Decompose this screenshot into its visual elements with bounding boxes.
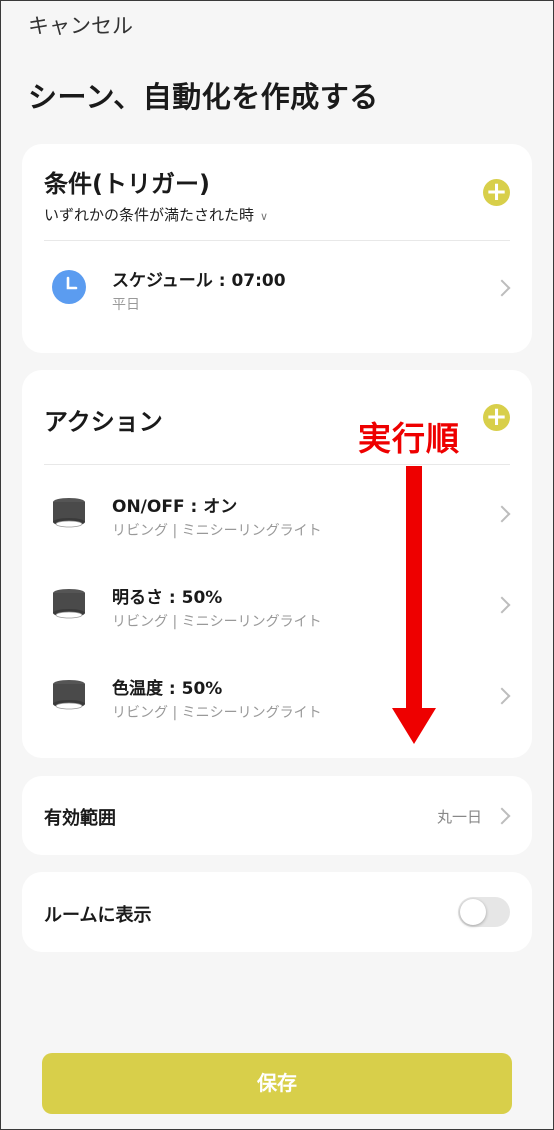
action-row-color-temp[interactable]: 色温度 : 50% リビング | ミニシーリングライト [22, 664, 532, 736]
chevron-right-icon [493, 807, 511, 825]
conditions-card: 条件(トリガー) いずれかの条件が満たされた時 ∨ + スケジュール : 07:0… [22, 144, 532, 353]
chevron-down-icon: ∨ [260, 210, 269, 223]
action-detail: リビング | ミニシーリングライト [112, 614, 322, 630]
chevron-right-icon [493, 505, 511, 523]
cancel-button[interactable]: キャンセル [28, 10, 133, 40]
down-arrow-icon [392, 466, 436, 744]
ceiling-light-icon [53, 589, 85, 619]
action-detail: リビング | ミニシーリングライト [112, 705, 322, 721]
match-mode-dropdown[interactable]: いずれかの条件が満たされた時 ∨ [44, 204, 268, 225]
action-name: 色温度 : 50% [112, 679, 223, 699]
add-action-plus-icon[interactable]: + [483, 404, 510, 431]
valid-range-value: 丸一日 [436, 808, 482, 826]
divider [44, 464, 510, 465]
show-in-room-row: ルームに表示 [22, 872, 532, 952]
action-row-brightness[interactable]: 明るさ : 50% リビング | ミニシーリングライト [22, 573, 532, 645]
page-title: シーン、自動化を作成する [28, 80, 379, 114]
action-name: ON/OFF : オン [112, 497, 238, 517]
chevron-right-icon [493, 596, 511, 614]
condition-name: スケジュール : 07:00 [112, 271, 286, 291]
show-in-room-toggle[interactable] [458, 897, 510, 927]
conditions-title: 条件(トリガー) [44, 170, 210, 198]
execution-order-annotation: 実行順 [358, 419, 460, 458]
valid-range-row[interactable]: 有効範囲 丸一日 [22, 776, 532, 855]
chevron-right-icon [493, 279, 511, 297]
action-detail: リビング | ミニシーリングライト [112, 523, 322, 539]
save-button[interactable]: 保存 [42, 1053, 512, 1114]
action-name: 明るさ : 50% [112, 588, 223, 608]
condition-row-schedule[interactable]: スケジュール : 07:00 平日 [22, 256, 532, 328]
match-mode-label: いずれかの条件が満たされた時 [44, 206, 255, 224]
action-row-onoff[interactable]: ON/OFF : オン リビング | ミニシーリングライト [22, 482, 532, 554]
show-in-room-label: ルームに表示 [44, 905, 152, 926]
clock-icon [52, 270, 86, 304]
ceiling-light-icon [53, 498, 85, 528]
toggle-knob [460, 899, 486, 925]
condition-detail: 平日 [112, 297, 140, 313]
actions-title: アクション [44, 408, 163, 436]
divider [44, 240, 510, 241]
ceiling-light-icon [53, 680, 85, 710]
add-condition-plus-icon[interactable]: + [483, 179, 510, 206]
chevron-right-icon [493, 687, 511, 705]
valid-range-label: 有効範囲 [44, 808, 116, 829]
